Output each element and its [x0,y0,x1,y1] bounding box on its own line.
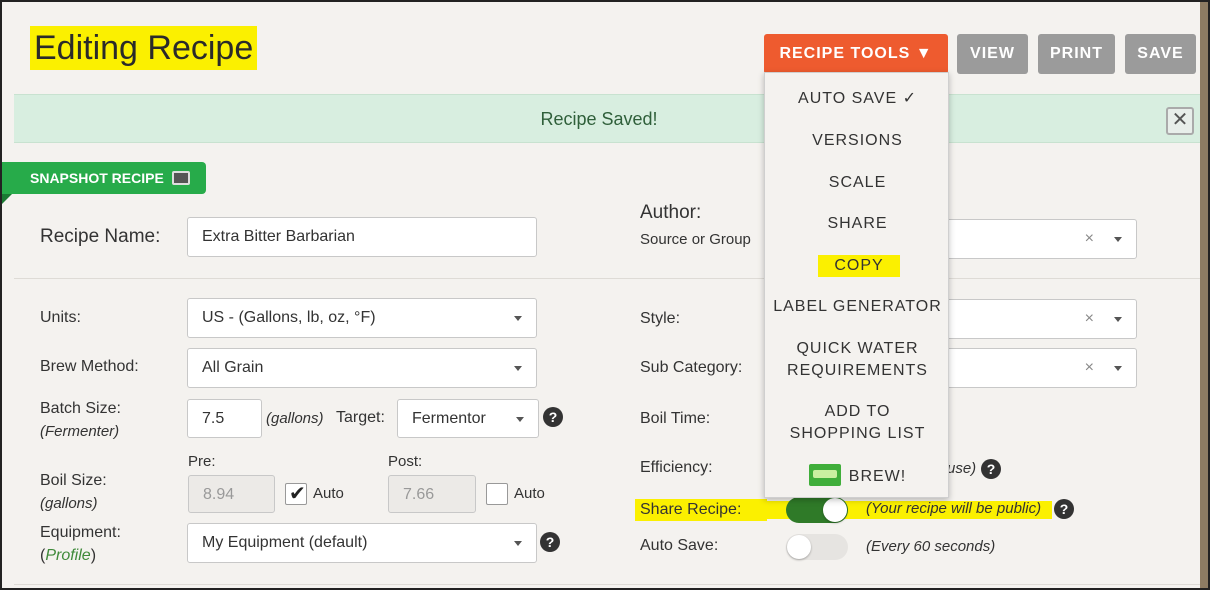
chevron-down-icon [514,541,522,546]
close-icon[interactable]: ✕ [1166,107,1194,135]
save-button[interactable]: SAVE [1125,34,1196,74]
toggle-knob [823,498,847,522]
recipe-tools-button[interactable]: RECIPE TOOLS ▼ [764,34,948,74]
chevron-down-icon [1114,317,1122,322]
brew-method-label: Brew Method: [40,358,139,375]
add-to-line1: ADD TO [824,403,891,420]
clear-icon[interactable]: × [1085,349,1094,387]
brew-icon [808,464,841,486]
brew-method-select[interactable]: All Grain [187,348,537,388]
background-edge [1200,2,1208,588]
chevron-down-icon [514,316,522,321]
page-title: Editing Recipe [30,26,258,70]
sub-category-select[interactable]: × [942,348,1137,388]
author-label: Author: [640,202,702,223]
menu-item-brew[interactable]: BREW! [765,464,950,488]
style-label: Style: [640,310,681,327]
post-auto-checkbox[interactable] [486,483,508,505]
batch-size-unit: (gallons) [266,410,324,427]
post-label: Post: [388,453,423,470]
auto-save-toggle[interactable] [786,534,848,560]
brew-label: BREW! [848,468,907,486]
help-icon[interactable]: ? [540,532,560,552]
check-icon: ✔ [289,483,306,505]
help-icon[interactable]: ? [543,407,563,427]
clear-icon[interactable]: × [1085,300,1094,338]
view-button[interactable]: VIEW [957,34,1028,74]
equipment-profile-link[interactable]: Profile [45,547,90,564]
print-button[interactable]: PRINT [1038,34,1115,74]
post-boil-input[interactable]: 7.66 [388,475,476,513]
target-select[interactable]: Fermentor [397,399,539,438]
post-auto-label: Auto [514,485,545,502]
add-to-line2: SHOPPING LIST [789,425,926,442]
units-select[interactable]: US - (Gallons, lb, oz, °F) [187,298,537,338]
author-select[interactable]: × [942,219,1137,259]
menu-item-versions[interactable]: VERSIONS [765,130,950,152]
recipe-saved-notice: Recipe Saved! ✕ [14,94,1200,143]
equipment-profile-wrap: (Profile) [40,547,96,565]
menu-item-share[interactable]: SHARE [765,213,950,235]
share-recipe-toggle[interactable] [786,497,848,523]
auto-save-note: (Every 60 seconds) [866,538,996,555]
auto-save-label: Auto Save: [640,537,719,554]
section-divider [14,278,1200,279]
units-label: Units: [40,309,81,326]
chevron-down-icon [1114,366,1122,371]
toggle-knob [787,535,811,559]
notice-text: Recipe Saved! [540,109,658,129]
chevron-down-icon [514,366,522,371]
chevron-down-icon [1114,237,1122,242]
boil-size-sublabel: (gallons) [40,495,98,512]
units-value: US - (Gallons, lb, oz, °F) [202,309,376,326]
pre-boil-input[interactable]: 8.94 [188,475,275,513]
paren-close: ) [90,547,97,564]
camera-icon [171,171,190,186]
app-frame: Editing Recipe RECIPE TOOLS ▼ VIEW PRINT… [0,0,1210,590]
menu-item-quick-water[interactable]: QUICK WATER REQUIREMENTS [765,338,950,382]
brew-method-value: All Grain [202,359,264,376]
page-header: Editing Recipe RECIPE TOOLS ▼ VIEW PRINT… [14,12,1200,94]
menu-item-auto-save[interactable]: AUTO SAVE ✓ [765,88,950,110]
batch-size-sublabel: (Fermenter) [40,423,120,440]
share-recipe-note: (Your recipe will be public) [866,500,1042,517]
style-select[interactable]: × [942,299,1137,339]
pre-label: Pre: [188,453,216,470]
bottom-divider [14,584,1200,585]
batch-size-label: Batch Size: [40,400,121,417]
clear-icon[interactable]: × [1085,220,1094,258]
target-value: Fermentor [412,410,486,427]
efficiency-note: use) [947,460,977,477]
recipe-tools-menu: AUTO SAVE ✓ VERSIONS SCALE SHARE COPY LA… [764,72,949,498]
recipe-name-input[interactable]: Extra Bitter Barbarian [187,217,537,257]
help-icon[interactable]: ? [981,459,1001,479]
boil-size-label: Boil Size: [40,472,107,489]
pre-auto-checkbox[interactable]: ✔ [285,483,307,505]
author-sublabel: Source or Group [640,231,751,248]
help-icon[interactable]: ? [1054,499,1074,519]
snapshot-recipe-button[interactable]: SNAPSHOT RECIPE [2,162,206,194]
menu-item-label-generator[interactable]: LABEL GENERATOR [765,296,950,318]
menu-item-shopping-list[interactable]: ADD TO SHOPPING LIST [765,401,950,445]
pre-auto-label: Auto [313,485,344,502]
target-label: Target: [336,409,385,426]
share-recipe-label: Share Recipe: [635,499,767,521]
ribbon-tail [2,194,12,204]
equipment-value: My Equipment (default) [202,534,368,551]
boil-time-label: Boil Time: [640,410,711,427]
chevron-down-icon [516,417,524,422]
equipment-select[interactable]: My Equipment (default) [187,523,537,563]
quick-water-line1: QUICK WATER [796,340,919,357]
sub-category-label: Sub Category: [640,359,743,376]
snapshot-label: SNAPSHOT RECIPE [30,170,164,186]
equipment-label: Equipment: [40,524,121,541]
efficiency-label: Efficiency: [640,459,713,476]
menu-item-copy[interactable]: COPY [818,255,900,277]
menu-item-scale[interactable]: SCALE [765,172,950,194]
recipe-name-label: Recipe Name: [40,226,161,247]
quick-water-line2: REQUIREMENTS [787,362,928,379]
batch-size-input[interactable]: 7.5 [187,399,262,438]
